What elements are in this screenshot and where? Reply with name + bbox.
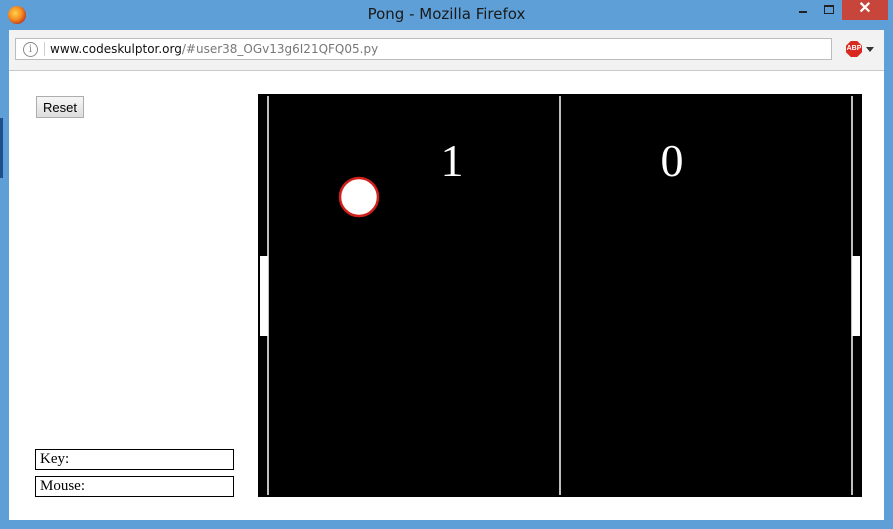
page-content: Reset Key: Mouse: 1 0: [9, 71, 884, 520]
adblock-icon[interactable]: ABP: [846, 41, 862, 57]
left-score: 1: [441, 135, 464, 186]
background-edge: [0, 118, 3, 178]
left-paddle: [260, 256, 268, 336]
url-separator: [44, 42, 45, 56]
close-button[interactable]: ✕: [842, 0, 888, 20]
adblock-dropdown-icon[interactable]: [866, 47, 874, 52]
title-bar[interactable]: Pong - Mozilla Firefox ✕: [0, 0, 893, 30]
navigation-bar: i www.codeskulptor.org/#user38_OGv13g6I2…: [9, 30, 884, 71]
minimize-button[interactable]: [790, 0, 816, 20]
site-info-icon[interactable]: i: [23, 42, 38, 57]
url-domain: www.codeskulptor.org: [50, 42, 182, 56]
reset-button[interactable]: Reset: [36, 96, 84, 118]
url-bar[interactable]: i www.codeskulptor.org/#user38_OGv13g6I2…: [15, 38, 832, 60]
url-text[interactable]: www.codeskulptor.org/#user38_OGv13g6I21Q…: [50, 39, 378, 59]
firefox-window: Pong - Mozilla Firefox ✕ i www.codeskulp…: [0, 0, 893, 529]
key-status: Key:: [35, 449, 234, 470]
window-title: Pong - Mozilla Firefox: [367, 5, 526, 23]
ball: [338, 176, 380, 218]
maximize-button[interactable]: [816, 0, 842, 20]
game-canvas[interactable]: 1 0: [258, 94, 862, 497]
right-score: 0: [661, 135, 684, 186]
url-path: /#user38_OGv13g6I21QFQ05.py: [181, 42, 379, 56]
mouse-status: Mouse:: [35, 476, 234, 497]
right-paddle: [852, 256, 860, 336]
